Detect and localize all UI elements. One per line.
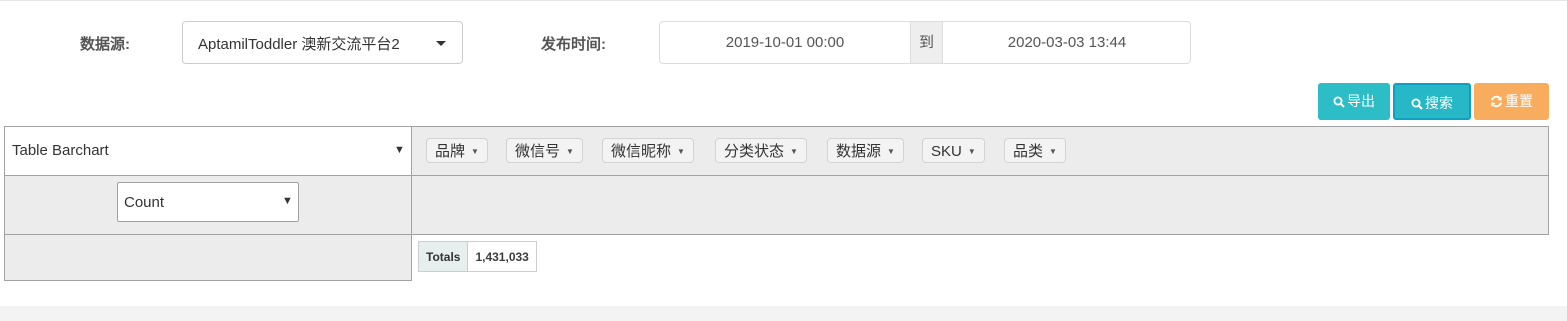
- pivot-table: Totals 1,431,033: [417, 241, 537, 272]
- date-to-input[interactable]: 2020-03-03 13:44: [942, 22, 1192, 63]
- search-button-label: 搜索: [1425, 95, 1453, 111]
- column-attributes-area: [411, 175, 1549, 235]
- attribute-chip[interactable]: 分类状态 ▼: [715, 138, 807, 163]
- chevron-down-icon: ▼: [790, 147, 798, 156]
- attribute-chip[interactable]: 微信号 ▼: [506, 138, 583, 163]
- chevron-down-icon: ▼: [566, 147, 574, 156]
- footer-bar: [0, 306, 1567, 321]
- attribute-chip-label: 品牌: [435, 143, 466, 160]
- attribute-chip-label: 微信昵称: [611, 143, 672, 160]
- search-button[interactable]: 搜索: [1393, 83, 1471, 120]
- chevron-down-icon: ▼: [677, 147, 685, 156]
- totals-header: Totals: [417, 241, 469, 272]
- attribute-chip-label: SKU: [931, 143, 962, 160]
- refresh-icon: [1491, 95, 1502, 108]
- attribute-chip-label: 微信号: [515, 143, 561, 160]
- attribute-chip[interactable]: SKU ▼: [922, 138, 985, 163]
- table-row: Totals 1,431,033: [417, 241, 537, 272]
- attribute-chip[interactable]: 品牌 ▼: [426, 138, 488, 163]
- source-select[interactable]: AptamilToddler 澳新交流平台2: [182, 21, 463, 64]
- chevron-down-icon: ▼: [1049, 147, 1057, 156]
- attribute-chip-label: 数据源: [836, 143, 882, 160]
- reset-button-label: 重置: [1505, 93, 1533, 109]
- chevron-down-icon: ▼: [967, 147, 976, 156]
- top-divider: [0, 0, 1567, 3]
- attribute-chip[interactable]: 品类 ▼: [1004, 138, 1066, 163]
- attribute-chip[interactable]: 数据源 ▼: [827, 138, 904, 163]
- attribute-chip-label: 分类状态: [724, 143, 785, 160]
- search-icon: [1333, 96, 1345, 108]
- attribute-chip-label: 品类: [1013, 143, 1044, 160]
- chevron-down-icon: ▼: [471, 147, 479, 156]
- attribute-chip[interactable]: 微信昵称 ▼: [602, 138, 694, 163]
- aggregator-select[interactable]: Count ▼: [117, 182, 299, 222]
- source-select-value: AptamilToddler 澳新交流平台2: [198, 36, 400, 53]
- date-range-separator: 到: [910, 22, 943, 63]
- search-icon: [1411, 98, 1423, 110]
- source-label: 数据源:: [80, 36, 130, 53]
- chevron-down-icon: [436, 41, 446, 46]
- totals-value: 1,431,033: [467, 241, 537, 272]
- renderer-select-value: Table Barchart: [12, 142, 109, 159]
- chevron-down-icon: ▼: [394, 144, 405, 156]
- date-range: 2019-10-01 00:00 到 2020-03-03 13:44: [659, 21, 1191, 64]
- export-button-label: 导出: [1347, 93, 1375, 109]
- reset-button[interactable]: 重置: [1474, 83, 1549, 120]
- row-attributes-area: [4, 234, 412, 281]
- aggregator-select-value: Count: [124, 194, 165, 211]
- publish-time-label: 发布时间:: [541, 36, 606, 53]
- chevron-down-icon: ▼: [887, 147, 895, 156]
- date-from-input[interactable]: 2019-10-01 00:00: [660, 22, 910, 63]
- export-button[interactable]: 导出: [1318, 83, 1390, 120]
- chevron-down-icon: ▼: [282, 195, 293, 207]
- renderer-select[interactable]: Table Barchart ▼: [4, 126, 412, 176]
